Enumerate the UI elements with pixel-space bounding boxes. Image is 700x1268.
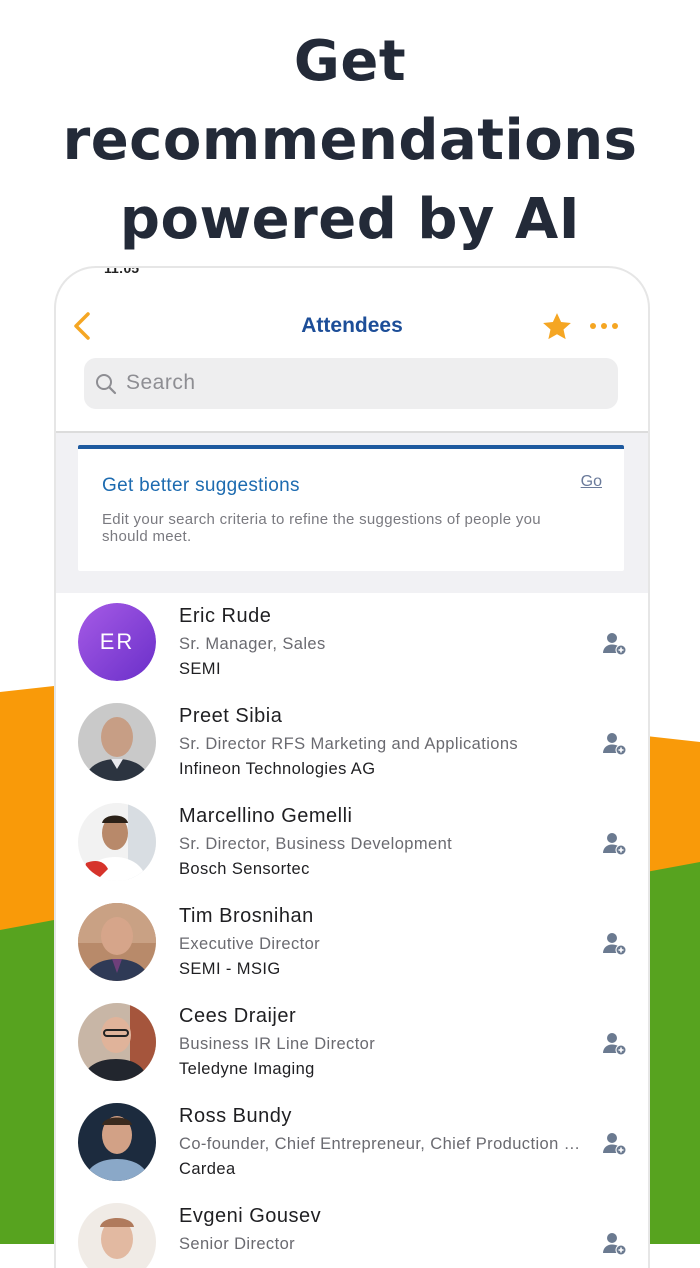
attendee-role: Sr. Manager, Sales bbox=[179, 635, 326, 653]
attendee-role: Sr. Director RFS Marketing and Applicati… bbox=[179, 735, 519, 753]
avatar bbox=[78, 803, 156, 881]
suggestion-section: Get better suggestions Go Edit your sear… bbox=[56, 433, 648, 593]
attendee-role: Senior Director bbox=[179, 1235, 296, 1253]
headline-line-1: Get bbox=[293, 29, 407, 94]
attendee-role: Executive Director bbox=[179, 935, 321, 953]
attendee-name: Cees Draijer bbox=[179, 1005, 297, 1027]
add-contact-button[interactable] bbox=[602, 731, 628, 757]
add-person-icon bbox=[603, 733, 627, 756]
star-icon bbox=[543, 313, 571, 340]
status-bar: 11:05 bbox=[56, 266, 648, 276]
search-placeholder: Search bbox=[126, 371, 196, 394]
suggestion-title: Get better suggestions bbox=[102, 475, 300, 496]
more-icon bbox=[590, 323, 618, 329]
avatar bbox=[78, 1203, 156, 1268]
attendee-name: Preet Sibia bbox=[179, 705, 283, 727]
status-icons bbox=[530, 266, 620, 268]
add-person-icon bbox=[603, 1233, 627, 1256]
add-contact-button[interactable] bbox=[602, 1131, 628, 1157]
avatar bbox=[78, 1003, 156, 1081]
suggestion-description: Edit your search criteria to refine the … bbox=[102, 511, 541, 545]
attendee-row[interactable]: Preet Sibia Sr. Director RFS Marketing a… bbox=[56, 693, 648, 793]
favorite-button[interactable] bbox=[540, 310, 574, 344]
attendee-list: ER Eric Rude Sr. Manager, Sales SEMI Pre… bbox=[56, 593, 648, 1268]
add-person-icon bbox=[603, 1033, 627, 1056]
status-time: 11:05 bbox=[104, 266, 140, 276]
attendee-organization: Teledyne Imaging bbox=[179, 1060, 315, 1078]
add-person-icon bbox=[603, 633, 627, 656]
suggestion-card: Get better suggestions Go Edit your sear… bbox=[78, 445, 624, 571]
attendee-row[interactable]: Marcellino Gemelli Sr. Director, Busines… bbox=[56, 793, 648, 893]
attendee-row[interactable]: Cees Draijer Business IR Line Director T… bbox=[56, 993, 648, 1093]
add-contact-button[interactable] bbox=[602, 831, 628, 857]
attendee-name: Tim Brosnihan bbox=[179, 905, 314, 927]
attendee-name: Evgeni Gousev bbox=[179, 1205, 322, 1227]
attendee-organization: SEMI - MSIG bbox=[179, 960, 281, 978]
search-input[interactable]: Search bbox=[84, 358, 618, 409]
attendee-organization: Bosch Sensortec bbox=[179, 860, 310, 878]
avatar: ER bbox=[78, 603, 156, 681]
more-button[interactable] bbox=[588, 316, 620, 336]
add-person-icon bbox=[603, 933, 627, 956]
attendee-row[interactable]: Evgeni Gousev Senior Director bbox=[56, 1193, 648, 1268]
add-contact-button[interactable] bbox=[602, 1031, 628, 1057]
back-button[interactable] bbox=[68, 306, 100, 346]
avatar-initials: ER bbox=[99, 629, 135, 654]
attendee-name: Marcellino Gemelli bbox=[179, 805, 353, 827]
add-contact-button[interactable] bbox=[602, 631, 628, 657]
search-icon bbox=[96, 374, 117, 395]
attendee-organization: SEMI bbox=[179, 660, 221, 678]
go-link[interactable]: Go bbox=[581, 473, 602, 491]
add-person-icon bbox=[603, 1133, 627, 1156]
attendee-row[interactable]: Tim Brosnihan Executive Director SEMI - … bbox=[56, 893, 648, 993]
attendee-row[interactable]: Ross Bundy Co-founder, Chief Entrepreneu… bbox=[56, 1093, 648, 1193]
add-contact-button[interactable] bbox=[602, 1231, 628, 1257]
attendee-organization: Infineon Technologies AG bbox=[179, 760, 376, 778]
add-contact-button[interactable] bbox=[602, 931, 628, 957]
add-person-icon bbox=[603, 833, 627, 856]
headline: Get recommendations powered by AI bbox=[0, 22, 700, 259]
attendee-row[interactable]: ER Eric Rude Sr. Manager, Sales SEMI bbox=[56, 593, 648, 693]
headline-line-3: powered by AI bbox=[119, 187, 581, 252]
nav-bar: Attendees bbox=[56, 302, 648, 354]
attendee-role: Sr. Director, Business Development bbox=[179, 835, 453, 853]
avatar bbox=[78, 1103, 156, 1181]
chevron-left-icon bbox=[74, 312, 90, 340]
phone-screen: 11:05 Attendees Search Get better sugges… bbox=[54, 266, 650, 1268]
attendee-role: Business IR Line Director bbox=[179, 1035, 376, 1053]
headline-line-2: recommendations bbox=[62, 108, 638, 173]
attendee-role: Co-founder, Chief Entrepreneur, Chief Pr… bbox=[179, 1135, 584, 1153]
attendee-organization: Cardea bbox=[179, 1160, 236, 1178]
attendee-name: Eric Rude bbox=[179, 605, 272, 627]
attendee-name: Ross Bundy bbox=[179, 1105, 292, 1127]
avatar bbox=[78, 903, 156, 981]
avatar bbox=[78, 703, 156, 781]
